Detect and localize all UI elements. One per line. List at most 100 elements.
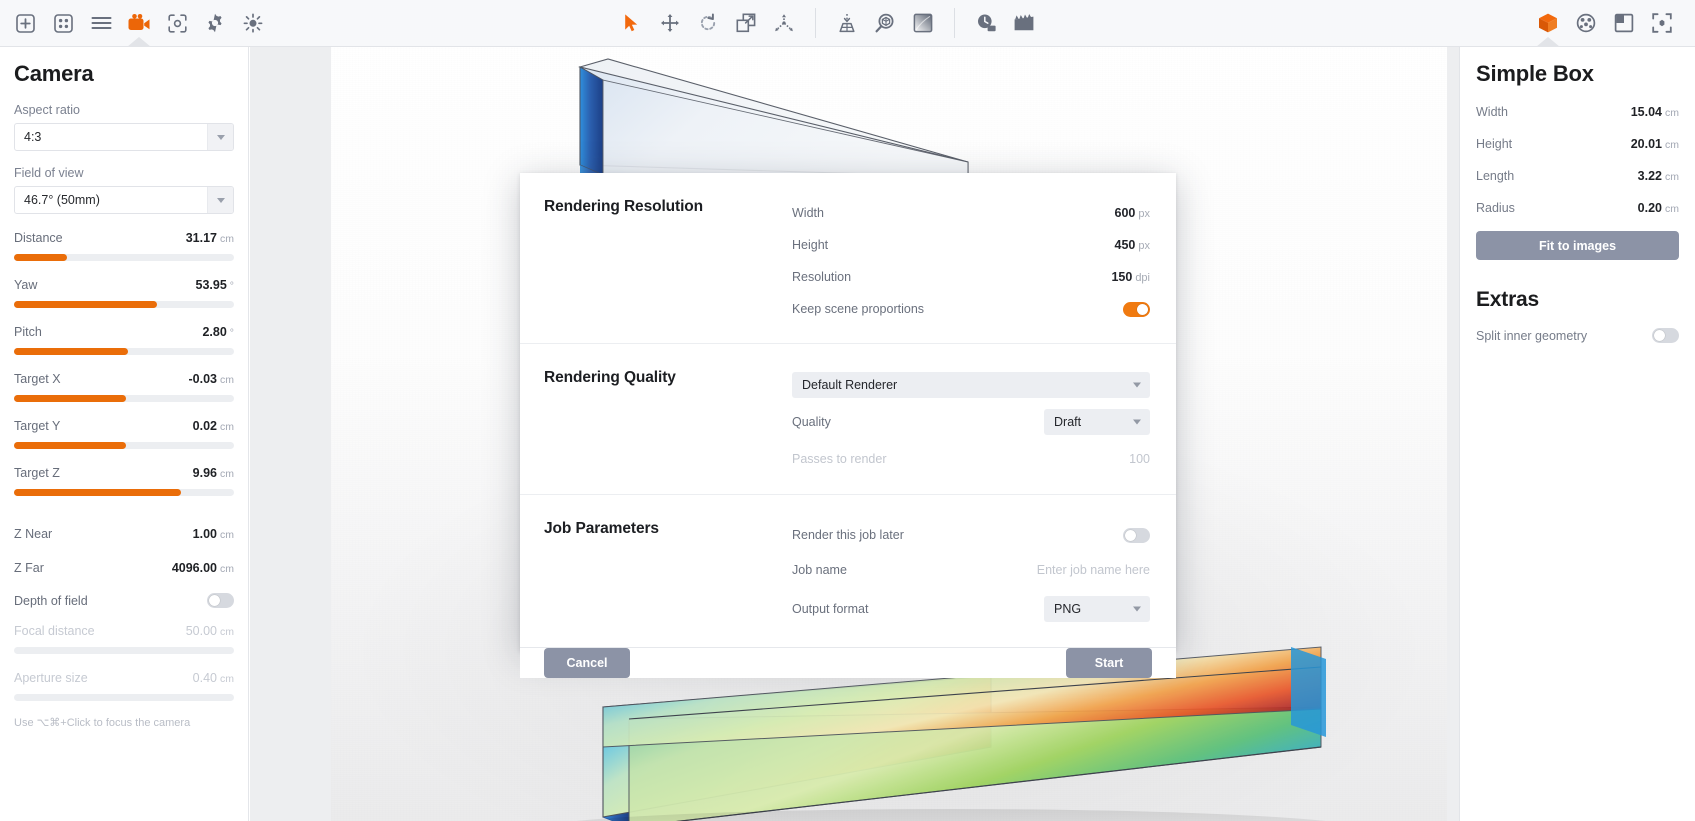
slider-yaw: Yaw 53.95 ° <box>14 276 234 308</box>
fit-to-images-button[interactable]: Fit to images <box>1476 231 1679 260</box>
row-label: Z Near <box>14 527 53 541</box>
render-settings-dialog: Rendering Resolution Width 600 px Height … <box>520 173 1176 678</box>
rendering-quality-fields: Default Renderer Quality Draft Passes to… <box>792 368 1150 476</box>
slider-aperture-size: Aperture size 0.40 cm <box>14 669 234 701</box>
dimension-value: 3.22 <box>1637 169 1662 183</box>
row-z-near: Z Near 1.00 cm <box>14 525 234 543</box>
resolution-row: Resolution 150 dpi <box>792 261 1150 293</box>
chevron-down-icon <box>1133 382 1141 388</box>
job-name-row: Job name Enter job name here <box>792 551 1150 589</box>
render-later-toggle[interactable] <box>1123 527 1150 543</box>
cursor-select-icon[interactable] <box>613 0 651 46</box>
render-later-row: Render this job later <box>792 519 1150 551</box>
height-value: 450 <box>1114 238 1136 252</box>
camera-clip-plane-list: Z Near 1.00 cm Z Far 4096.00 cm <box>14 525 234 577</box>
dimension-height: Height 20.01 cm <box>1476 135 1679 153</box>
timeline-clock-icon[interactable] <box>967 0 1005 46</box>
gradient-surface-icon[interactable] <box>904 0 942 46</box>
camera-focus-hint: Use ⌥⌘+Click to focus the camera <box>14 717 191 729</box>
slider-track[interactable] <box>14 348 234 355</box>
row-value: 1.00 <box>192 527 217 541</box>
cancel-button[interactable]: Cancel <box>544 648 630 678</box>
width-value: 600 <box>1114 206 1136 220</box>
slider-value: 31.17 <box>185 231 217 245</box>
height-unit: px <box>1138 240 1150 252</box>
fullscreen-icon[interactable] <box>1643 0 1681 46</box>
layout-grid-icon[interactable] <box>44 0 82 46</box>
dimension-unit: cm <box>1665 139 1679 151</box>
add-icon[interactable] <box>6 0 44 46</box>
slider-track[interactable] <box>14 254 234 261</box>
keep-proportions-label: Keep scene proportions <box>792 302 925 316</box>
chevron-down-icon <box>207 187 233 213</box>
field-of-view-select[interactable]: 46.7° (50mm) <box>14 186 234 214</box>
dimension-unit: cm <box>1665 107 1679 119</box>
depth-of-field-label: Depth of field <box>14 593 88 608</box>
material-sphere-icon[interactable] <box>1567 0 1605 46</box>
job-name-input[interactable]: Enter job name here <box>1037 563 1150 577</box>
rotate-icon[interactable] <box>689 0 727 46</box>
move-icon[interactable] <box>651 0 689 46</box>
gear-icon[interactable] <box>196 0 234 46</box>
dimension-label: Width <box>1476 105 1508 119</box>
focus-target-icon[interactable] <box>158 0 196 46</box>
clapperboard-icon[interactable] <box>1005 0 1043 46</box>
resolution-value-group[interactable]: 150 dpi <box>1111 268 1150 286</box>
slider-value: 53.95 <box>195 278 227 292</box>
slider-track[interactable] <box>14 694 234 701</box>
job-parameters-section: Job Parameters Render this job later Job… <box>520 495 1176 648</box>
light-bulb-icon[interactable] <box>234 0 272 46</box>
rendering-quality-section: Rendering Quality Default Renderer Quali… <box>520 344 1176 495</box>
row-value: 4096.00 <box>171 561 217 575</box>
rendering-quality-title: Rendering Quality <box>544 369 676 386</box>
depth-of-field-toggle[interactable] <box>207 593 234 608</box>
height-row: Height 450 px <box>792 229 1150 261</box>
extras-title: Extras <box>1476 288 1540 311</box>
aspect-ratio-label: Aspect ratio <box>14 103 81 117</box>
slider-track[interactable] <box>14 442 234 449</box>
camera-video-icon[interactable] <box>120 0 158 47</box>
slider-label: Aperture size <box>14 671 88 685</box>
slider-fill <box>14 442 127 449</box>
job-name-label: Job name <box>792 563 847 577</box>
quality-select[interactable]: Draft <box>1044 409 1150 435</box>
renderer-value: Default Renderer <box>802 378 898 392</box>
slider-track[interactable] <box>14 647 234 654</box>
renderer-select[interactable]: Default Renderer <box>792 372 1150 398</box>
start-button[interactable]: Start <box>1066 648 1152 678</box>
scale-icon[interactable] <box>727 0 765 46</box>
measure-icon[interactable] <box>828 0 866 46</box>
job-parameters-fields: Render this job later Job name Enter job… <box>792 519 1150 629</box>
slider-track[interactable] <box>14 395 234 402</box>
explode-icon[interactable] <box>765 0 803 46</box>
passes-label: Passes to render <box>792 452 887 466</box>
resolution-value: 150 <box>1111 270 1133 284</box>
list-menu-icon[interactable] <box>82 0 120 46</box>
height-value-group[interactable]: 450 px <box>1115 236 1150 254</box>
output-format-select[interactable]: PNG <box>1044 596 1150 622</box>
split-inner-geometry-toggle[interactable] <box>1652 328 1679 343</box>
slider-track[interactable] <box>14 489 234 496</box>
keep-proportions-row: Keep scene proportions <box>792 293 1150 325</box>
field-of-view-label: Field of view <box>14 166 84 180</box>
depth-of-field-sliders: Focal distance 50.00 cm Aperture size 0.40 cm <box>14 622 234 701</box>
slider-target-x: Target X -0.03 cm <box>14 370 234 402</box>
slider-label: Target Y <box>14 419 61 433</box>
left-gutter <box>250 47 331 821</box>
width-value-group[interactable]: 600 px <box>1115 204 1150 222</box>
resolution-label: Resolution <box>792 270 852 284</box>
rendering-resolution-section: Rendering Resolution Width 600 px Height … <box>520 173 1176 344</box>
depth-of-field-row: Depth of field <box>14 593 234 608</box>
inspect-object-icon[interactable] <box>866 0 904 46</box>
aspect-ratio-select[interactable]: 4:3 <box>14 123 234 151</box>
rendering-resolution-title: Rendering Resolution <box>544 198 704 215</box>
resolution-unit: dpi <box>1135 272 1150 284</box>
slider-unit: cm <box>220 421 234 433</box>
slider-pitch: Pitch 2.80 ° <box>14 323 234 355</box>
slider-track[interactable] <box>14 301 234 308</box>
cube-icon[interactable] <box>1529 0 1567 47</box>
background-icon[interactable] <box>1605 0 1643 46</box>
keep-proportions-toggle[interactable] <box>1123 301 1150 317</box>
active-tab-caret <box>127 37 151 47</box>
dimension-label: Height <box>1476 137 1513 151</box>
